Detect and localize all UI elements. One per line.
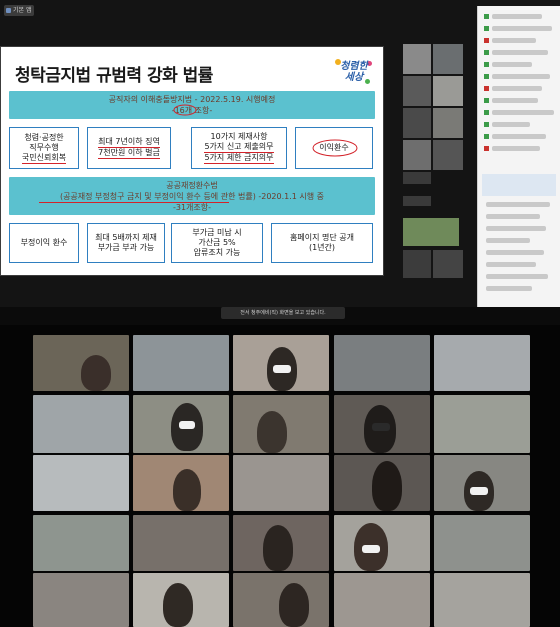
participant-thumb[interactable] bbox=[403, 140, 431, 170]
box-integrity-line3: 국민신뢰회복 bbox=[21, 152, 67, 164]
participant-video-tile[interactable] bbox=[233, 515, 329, 571]
box-surcharge-line3: 압류조치 가능 bbox=[193, 248, 241, 257]
participant-video-tile[interactable] bbox=[233, 395, 329, 453]
participant-thumb[interactable] bbox=[403, 108, 431, 138]
app-icon bbox=[6, 8, 11, 13]
public-finance-recovery-act-band: 공공재정환수법 (공공재정 부정청구 금지 및 부정이익 환수 등에 관한 법률… bbox=[9, 177, 375, 215]
participant-video-tile[interactable] bbox=[334, 335, 430, 391]
box-recovery: 이익환수 bbox=[295, 127, 373, 169]
box-penalty-line2: 7천만원 이하 벌금 bbox=[98, 148, 160, 159]
participant-video-tile[interactable] bbox=[133, 395, 229, 453]
box-integrity-line2: 직무수행 bbox=[29, 142, 59, 152]
box-surcharge: 부가금 미납 시 가산금 5% 압류조치 가능 bbox=[171, 223, 263, 263]
participant-video-tile[interactable] bbox=[233, 335, 329, 391]
participant-video-tile[interactable] bbox=[434, 455, 530, 511]
participant-video-tile[interactable] bbox=[334, 573, 430, 627]
participant-thumb[interactable] bbox=[433, 250, 463, 278]
band2-line3: -31개조항- bbox=[172, 203, 212, 212]
box-integrity: 청렴·공정한 직무수행 국민신뢰회복 bbox=[9, 127, 79, 169]
participant-video-tile[interactable] bbox=[434, 395, 530, 453]
box-disclosure-line1: 홈페이지 명단 공개 bbox=[290, 233, 354, 242]
participant-video-tile[interactable] bbox=[434, 335, 530, 391]
participant-thumb[interactable] bbox=[403, 172, 431, 184]
participant-video-tile[interactable] bbox=[133, 573, 229, 627]
participant-thumb[interactable] bbox=[403, 250, 431, 278]
box-surcharge-line2: 가산금 5% bbox=[198, 238, 236, 247]
box-integrity-line1: 청렴·공정한 bbox=[24, 132, 64, 142]
chat-message-highlight bbox=[482, 174, 556, 196]
participant-video-tile[interactable] bbox=[133, 335, 229, 391]
zoom-screen: 기본 앱 청탁금지법 규범력 강화 법률 청렴한 세상 공직자의 이해충돌방지법… bbox=[0, 0, 560, 627]
box-illegal-profit: 부정이익 환수 bbox=[9, 223, 79, 263]
participant-thumb[interactable] bbox=[433, 140, 463, 170]
box-surcharge-line1: 부가금 미납 시 bbox=[192, 228, 242, 237]
band2-line2: (공공재정 부정청구 금지 및 부정이익 환수 등에 관한 법률) -2020.… bbox=[59, 192, 325, 201]
logo-text: 청렴한 세상 bbox=[340, 61, 368, 83]
participant-video-tile[interactable] bbox=[33, 335, 129, 391]
annotation-circle bbox=[173, 104, 197, 116]
participant-video-tile[interactable] bbox=[133, 515, 229, 571]
participant-video-tile[interactable] bbox=[233, 455, 329, 511]
box-sanctions-line3: 5가지 제한 금지의무 bbox=[204, 153, 274, 164]
participant-video-tile[interactable] bbox=[133, 455, 229, 511]
clean-world-logo: 청렴한 세상 bbox=[331, 55, 377, 89]
participant-thumb[interactable] bbox=[403, 196, 431, 206]
video-gallery bbox=[0, 325, 560, 627]
presentation-slide: 청탁금지법 규범력 강화 법률 청렴한 세상 공직자의 이해충돌방지법 - 20… bbox=[0, 46, 384, 276]
chat-panel[interactable] bbox=[477, 6, 560, 307]
participant-thumb[interactable] bbox=[433, 44, 463, 74]
participant-video-tile[interactable] bbox=[434, 573, 530, 627]
participant-video-tile[interactable] bbox=[33, 395, 129, 453]
participant-video-tile[interactable] bbox=[434, 515, 530, 571]
box-disclosure-line2: (1년간) bbox=[308, 243, 336, 252]
participant-thumb[interactable] bbox=[403, 76, 431, 106]
participant-video-tile[interactable] bbox=[334, 515, 430, 571]
box-illegal-profit-line1: 부정이익 환수 bbox=[20, 238, 68, 247]
slide-title: 청탁금지법 규범력 강화 법률 bbox=[15, 66, 213, 86]
participant-thumb[interactable] bbox=[403, 44, 431, 74]
participant-video-tile[interactable] bbox=[334, 455, 430, 511]
participant-thumb[interactable] bbox=[403, 218, 459, 246]
participant-video-tile[interactable] bbox=[233, 573, 329, 627]
box-penalty-line1: 최대 7년이하 징역 bbox=[98, 137, 160, 148]
conflict-of-interest-act-band: 공직자의 이해충돌방지법 - 2022.5.19. 시행예정 -16개 조항- bbox=[9, 91, 375, 119]
shared-screen-window: 기본 앱 청탁금지법 규범력 강화 법률 청렴한 세상 공직자의 이해충돌방지법… bbox=[0, 0, 560, 307]
box-penalty: 최대 7년이하 징역 7천만원 이하 벌금 bbox=[87, 127, 171, 169]
band2-line1: 공공재정환수법 bbox=[166, 181, 218, 190]
participant-video-tile[interactable] bbox=[33, 455, 129, 511]
annotation-circle bbox=[312, 139, 358, 157]
screen-share-status-bar[interactable]: 전서 청주에비(직) 화면을 보고 있습니다. bbox=[221, 307, 345, 319]
participant-thumb[interactable] bbox=[433, 76, 463, 106]
participant-video-tile[interactable] bbox=[334, 395, 430, 453]
screen-share-status-text: 전서 청주에비(직) 화면을 보고 있습니다. bbox=[240, 310, 326, 316]
box-max-sanction-line1: 최대 5배까지 제재 bbox=[95, 233, 157, 242]
box-sanctions-line2: 5가지 신고 제출의무 bbox=[204, 142, 274, 153]
window-tab-label: 기본 앱 bbox=[13, 7, 32, 14]
box-sanctions-line1: 10가지 제재사항 bbox=[210, 132, 268, 141]
box-sanctions: 10가지 제재사항 5가지 신고 제출의무 5가지 제한 금지의무 bbox=[191, 127, 287, 169]
box-max-sanction-line2: 부가금 부과 가능 bbox=[97, 243, 155, 252]
box-disclosure: 홈페이지 명단 공개 (1년간) bbox=[271, 223, 373, 263]
participant-thumb[interactable] bbox=[433, 108, 463, 138]
window-tab[interactable]: 기본 앱 bbox=[4, 5, 34, 16]
annotation-underline bbox=[39, 202, 229, 203]
participant-video-tile[interactable] bbox=[33, 573, 129, 627]
box-max-sanction: 최대 5배까지 제재 부가금 부과 가능 bbox=[87, 223, 165, 263]
participant-video-tile[interactable] bbox=[33, 515, 129, 571]
